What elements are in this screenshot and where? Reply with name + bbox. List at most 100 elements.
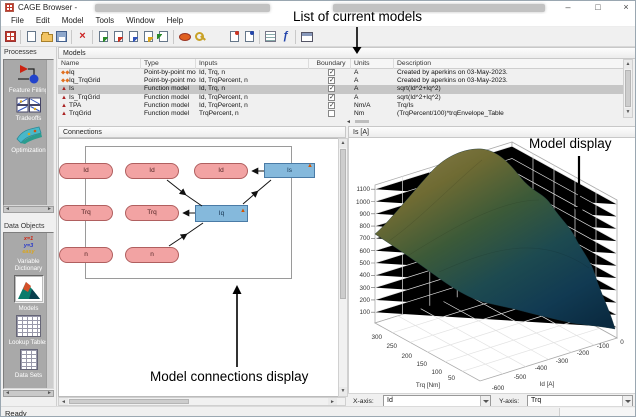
tick-label: 300 xyxy=(371,334,382,341)
variable-node-n[interactable]: n xyxy=(59,247,113,263)
tick-label: -400 xyxy=(535,365,548,372)
close-button[interactable]: × xyxy=(616,1,635,13)
table-row[interactable]: ▲ Is_TrqGrid Function model Id, TrqPercen… xyxy=(58,93,623,102)
menu-help[interactable]: Help xyxy=(161,16,189,25)
menu-model[interactable]: Model xyxy=(56,16,90,25)
scroll-down-icon[interactable]: ▼ xyxy=(624,108,632,117)
variable-node-id[interactable]: Id xyxy=(59,163,113,179)
col-name[interactable]: Name xyxy=(58,59,141,69)
save-icon[interactable] xyxy=(54,29,69,45)
maximize-button[interactable]: □ xyxy=(588,1,608,13)
table-row[interactable]: ⬥⬥Iq Point-by-point model Id, Trq, n A C… xyxy=(58,69,623,77)
minimize-button[interactable]: – xyxy=(558,1,578,13)
boundary-checkbox[interactable] xyxy=(328,101,335,110)
export-data-icon[interactable] xyxy=(242,29,257,45)
col-inputs[interactable]: Inputs xyxy=(196,59,309,69)
boundary-checkbox[interactable] xyxy=(328,93,335,102)
status-text: Ready xyxy=(5,409,27,417)
table-row-selected[interactable]: ▲Is Function model Id, Trq, n A sqrt(Id^… xyxy=(58,85,623,94)
sidebar-item-lookup-tables[interactable]: Lookup Tables xyxy=(9,315,49,346)
sidebar-item-tradeoffs[interactable]: Tradeoffs xyxy=(9,97,49,122)
scroll-up-icon[interactable]: ▲ xyxy=(624,60,632,69)
model-node-iq[interactable]: Iq ▲ xyxy=(195,205,248,222)
cage-home-icon[interactable] xyxy=(3,29,18,45)
sidebar-item-feature-filling[interactable]: Feature Filling xyxy=(9,63,49,94)
copy-item-icon[interactable] xyxy=(156,29,171,45)
table-row[interactable]: ⬥⬥Iq_TrqGrid Point-by-point model Id, Tr… xyxy=(58,77,623,85)
annotation-model-connections-display: Model connections display xyxy=(150,369,309,384)
data-objects-hscrollbar[interactable] xyxy=(3,390,54,397)
new-calibration-icon[interactable] xyxy=(177,29,192,45)
sidebar-item-data-sets[interactable]: Data Sets xyxy=(9,349,49,379)
processes-scrollbar[interactable] xyxy=(46,60,53,205)
tick-label: 200 xyxy=(401,353,412,360)
new-optimization-icon[interactable] xyxy=(141,29,156,45)
tick-label: 100 xyxy=(359,309,370,316)
boundary-checkbox[interactable] xyxy=(328,110,335,117)
connections-canvas[interactable]: Id Trq n Id Trq n Id Is ▲ Iq ▲ xyxy=(58,138,338,397)
variable-node-id-3[interactable]: Id xyxy=(194,163,248,179)
data-objects-scrollbar[interactable] xyxy=(46,233,53,388)
scroll-left-icon[interactable]: ◄ xyxy=(59,398,68,405)
boundary-checkbox[interactable] xyxy=(328,69,335,77)
variable-node-trq[interactable]: Trq xyxy=(59,205,113,221)
table-row[interactable]: ▲ TrqGrid Function model TrqPercent, n Nm… xyxy=(58,110,623,118)
col-boundary[interactable]: Boundary xyxy=(309,59,351,69)
model-display-area: 100 200 300 400 500 600 700 800 900 1000… xyxy=(348,138,636,393)
connections-hscrollbar[interactable]: ◄ ► xyxy=(58,397,346,406)
edit-function-icon[interactable]: ƒ xyxy=(278,29,293,45)
matlab-model-badge: ▲ xyxy=(307,163,313,169)
variable-node-trq-2[interactable]: Trq xyxy=(125,205,179,221)
switch-view-icon[interactable] xyxy=(299,29,314,45)
model-node-is[interactable]: Is ▲ xyxy=(264,163,315,178)
tick-label: 50 xyxy=(448,375,456,382)
new-feature-icon[interactable] xyxy=(111,29,126,45)
model-group-outline xyxy=(85,146,292,279)
scroll-up-icon[interactable]: ▲ xyxy=(339,139,347,148)
redacted-project-name xyxy=(95,4,270,12)
chevron-down-icon[interactable] xyxy=(480,396,490,406)
menu-edit[interactable]: Edit xyxy=(30,16,56,25)
sidebar-item-optimization[interactable]: Optimization xyxy=(9,125,49,154)
connections-vscrollbar[interactable]: ▲ ▼ xyxy=(338,138,348,397)
table-row[interactable]: ▲TPA Function model Id, TrqPercent, n Nm… xyxy=(58,101,623,110)
models-icon xyxy=(15,277,42,302)
tick-label: 0 xyxy=(620,339,624,346)
chevron-down-icon[interactable] xyxy=(622,396,632,406)
open-file-icon[interactable] xyxy=(39,29,54,45)
new-file-icon[interactable] xyxy=(24,29,39,45)
variable-node-id-2[interactable]: Id xyxy=(125,163,179,179)
help-key-icon[interactable] xyxy=(192,29,207,45)
boundary-checkbox[interactable] xyxy=(328,77,335,85)
tick-label: 400 xyxy=(359,272,370,279)
export-cal-icon[interactable] xyxy=(227,29,242,45)
processes-hscrollbar[interactable] xyxy=(3,206,54,213)
import-data-icon[interactable] xyxy=(96,29,111,45)
scroll-down-icon[interactable]: ▼ xyxy=(339,387,347,396)
surface-plot[interactable]: 100 200 300 400 500 600 700 800 900 1000… xyxy=(349,138,636,393)
boundary-checkbox[interactable] xyxy=(328,85,335,93)
col-description[interactable]: Description xyxy=(394,59,623,69)
sidebar-item-variable-dictionary[interactable]: x=1 y=3 easy Variable Dictionary xyxy=(9,236,49,272)
tick-label: 100 xyxy=(431,369,442,376)
toolbar: × ƒ xyxy=(1,27,635,47)
delete-icon[interactable]: × xyxy=(75,29,90,45)
variable-node-n-2[interactable]: n xyxy=(125,247,179,263)
menu-window[interactable]: Window xyxy=(120,16,160,25)
menu-file[interactable]: File xyxy=(5,16,30,25)
new-tradeoff-icon[interactable] xyxy=(126,29,141,45)
tick-label: -300 xyxy=(556,358,569,365)
tick-label: 700 xyxy=(359,235,370,242)
col-units[interactable]: Units xyxy=(351,59,394,69)
menu-tools[interactable]: Tools xyxy=(89,16,120,25)
tick-label: 1100 xyxy=(356,186,370,193)
scroll-right-icon[interactable]: ► xyxy=(328,398,337,405)
sidebar-item-models[interactable]: Models xyxy=(9,275,49,312)
horizontal-splitter[interactable] xyxy=(58,118,635,126)
view-properties-icon[interactable] xyxy=(263,29,278,45)
tick-label: 300 xyxy=(359,285,370,292)
col-type[interactable]: Type xyxy=(141,59,196,69)
models-table-scrollbar[interactable]: ▲ ▼ xyxy=(623,59,633,118)
app-icon xyxy=(5,3,14,12)
axis-selector-row: X-axis: Id Y-axis: Trq xyxy=(348,393,635,407)
